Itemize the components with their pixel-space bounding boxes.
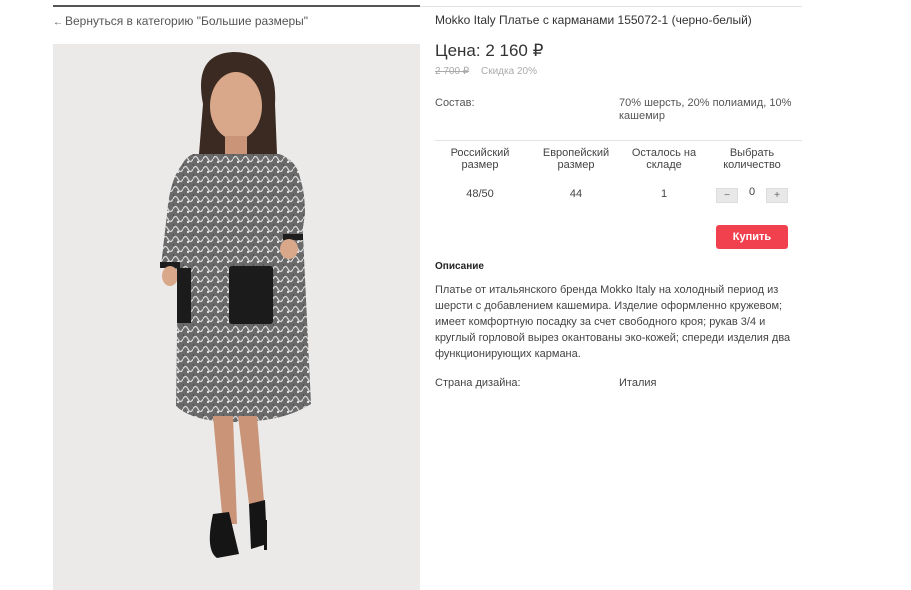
description-text: Платье от итальянского бренда Mokko Ital… — [435, 284, 791, 360]
header-russian-size: Российский размер — [450, 147, 510, 171]
arrow-left-icon: ← — [53, 17, 63, 28]
country-label: Страна дизайна: — [435, 377, 521, 389]
cell-european-size: 44 — [569, 188, 583, 200]
cell-russian-size: 48/50 — [466, 188, 494, 200]
discount-badge: Скидка 20% — [481, 66, 537, 77]
header-divider — [420, 6, 802, 7]
composition-label: Состав: — [435, 97, 475, 109]
back-link-label: Вернуться в категорию "Большие размеры" — [65, 14, 309, 28]
quantity-increase-button[interactable]: + — [766, 188, 788, 203]
buy-button[interactable]: Купить — [716, 225, 788, 249]
quantity-decrease-button[interactable]: − — [716, 188, 738, 203]
description-heading: Описание — [435, 261, 484, 272]
header-select-quantity: Выбрать количество — [723, 147, 781, 171]
dress-photo-illustration — [160, 52, 311, 558]
product-title: Mokko Italy Платье с карманами 155072-1 … — [435, 13, 752, 27]
size-table-divider — [435, 140, 802, 141]
product-photo[interactable] — [53, 44, 420, 590]
header-european-size: Европейский размер — [542, 147, 610, 171]
back-to-category-link[interactable]: ← Вернуться в категорию "Большие размеры" — [53, 14, 308, 28]
current-price: Цена: 2 160 ₽ — [435, 41, 544, 60]
composition-value: 70% шерсть, 20% полиамид, 10% кашемир — [619, 97, 792, 122]
back-link-underline — [53, 5, 420, 7]
quantity-value[interactable]: 0 — [745, 186, 759, 198]
header-in-stock: Осталось на складе — [631, 147, 697, 171]
country-value: Италия — [619, 377, 657, 389]
cell-in-stock: 1 — [660, 188, 668, 200]
old-price: 2 700 ₽ — [435, 66, 470, 77]
